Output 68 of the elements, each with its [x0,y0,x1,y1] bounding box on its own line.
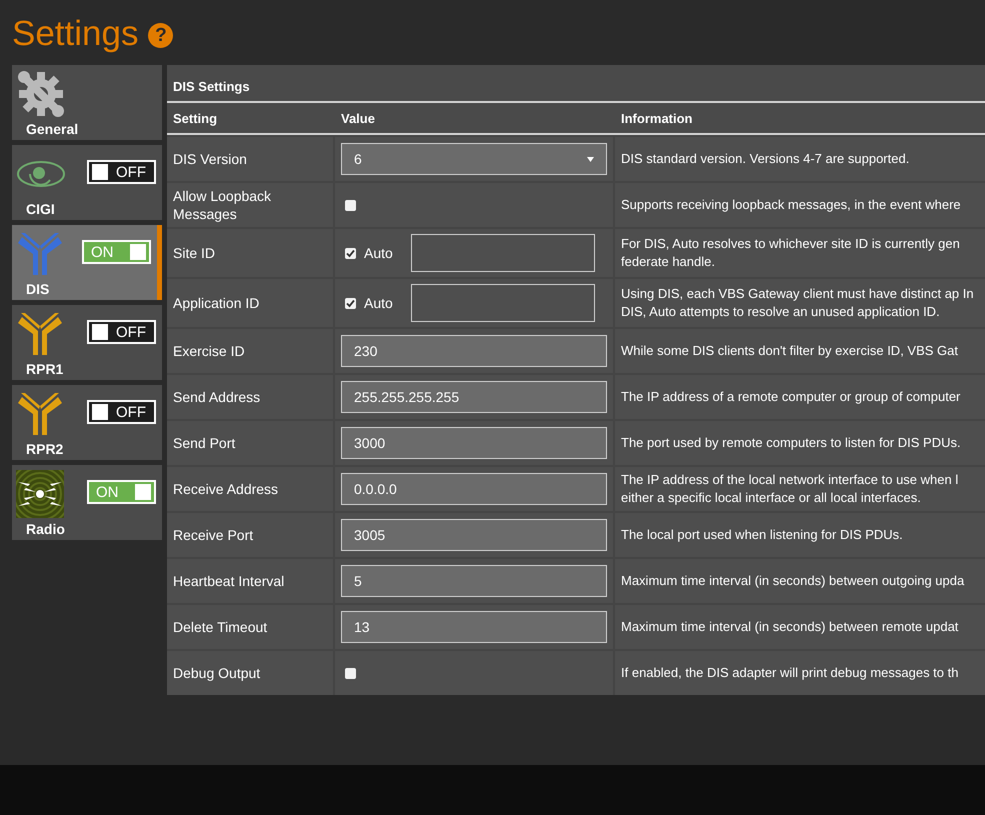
sidebar-item[interactable]: DIS ON [12,225,162,300]
eye-icon [16,159,66,189]
information-text: If enabled, the DIS adapter will print debug messages to th [621,664,958,682]
sidebar-item-label: DIS [26,281,50,297]
caret-icon [587,154,594,164]
version-dropdown[interactable]: 6 [341,143,607,175]
information-text: Maximum time interval (in seconds) between outgoing upda [621,572,964,590]
input-field[interactable]: 3000 [341,427,607,459]
setting-name: Heartbeat Interval [173,572,284,590]
information-text: The IP address of the local network interface to use when l either a specific local interface or all local interfaces. [621,471,960,507]
setting-name: Exercise ID [173,342,245,360]
sidebar-item-label: Radio [26,521,65,537]
sidebar-item[interactable]: CIGI OFF [12,145,162,220]
input-field[interactable] [410,284,595,322]
information-text: DIS standard version. Versions 4-7 are supported. [621,150,910,168]
checkbox[interactable] [345,668,356,678]
sidebar-item[interactable]: RPR1 OFF [12,305,162,380]
toggle-switch[interactable]: OFF [87,160,156,184]
setting-name: Receive Port [173,526,254,544]
sidebar-item-label: General [26,121,78,137]
column-header: Value [340,110,376,126]
gear-wrench-icon [16,69,66,119]
information-text: The port used by remote computers to listen for DIS PDUs. [621,434,961,452]
setting-name: Debug Output [173,664,260,682]
page-title: Settings [12,14,138,54]
auto-label: Auto [364,244,393,262]
input-field[interactable]: 5 [341,565,607,597]
information-text: The local port used when listening for DIS PDUs. [621,526,903,544]
sidebar-item-label: RPR1 [26,361,64,377]
checkbox[interactable] [345,248,356,258]
toggle-switch[interactable]: OFF [87,320,156,344]
toggle-switch[interactable]: OFF [87,400,156,424]
y-emblem-icon [16,233,64,275]
setting-name: Delete Timeout [173,618,268,636]
y-emblem-icon [16,393,64,435]
information-text: Supports receiving loopback messages, in the event where [621,196,961,214]
sidebar-item-label: RPR2 [26,441,64,457]
column-header: Information [620,110,694,126]
help-button[interactable]: ? [148,23,174,48]
sidebar-item[interactable]: General [12,65,162,140]
information-text: Using DIS, each VBS Gateway client must have distinct ap In DIS, Auto attempts to resolve an unused application ID. [621,285,975,321]
input-field[interactable]: 230 [341,335,607,367]
input-field[interactable] [410,234,595,272]
panel-title: DIS Settings [173,79,250,94]
column-header: Setting [172,110,218,126]
setting-name: Send Address [173,388,260,406]
setting-name: DIS Version [173,150,247,168]
information-text: The IP address of a remote computer or group of computer [621,388,960,406]
input-field[interactable]: 13 [341,611,607,643]
input-field[interactable]: 3005 [341,519,607,551]
setting-name: Receive Address [173,480,278,498]
checkbox[interactable] [345,298,356,308]
y-emblem-icon [16,313,64,355]
setting-name: Send Port [173,434,236,452]
input-field[interactable]: 255.255.255.255 [341,381,607,413]
sidebar-item-label: CIGI [26,201,55,217]
information-text: For DIS, Auto resolves to whichever site ID is currently gen federate handle. [621,235,961,271]
auto-label: Auto [364,294,393,312]
information-text: Maximum time interval (in seconds) between remote updat [621,618,958,636]
checkbox[interactable] [345,200,356,210]
setting-name: Application ID [173,294,260,312]
sidebar-item[interactable]: RPR2 OFF [12,385,162,460]
sidebar-item[interactable]: Radio ON [12,465,162,540]
input-field[interactable]: 0.0.0.0 [341,473,607,505]
setting-name: Site ID [173,244,216,262]
information-text: While some DIS clients don't filter by exercise ID, VBS Gat [621,342,958,360]
setting-name: Allow Loopback Messages [173,187,272,223]
radio-waves-icon [16,470,64,518]
